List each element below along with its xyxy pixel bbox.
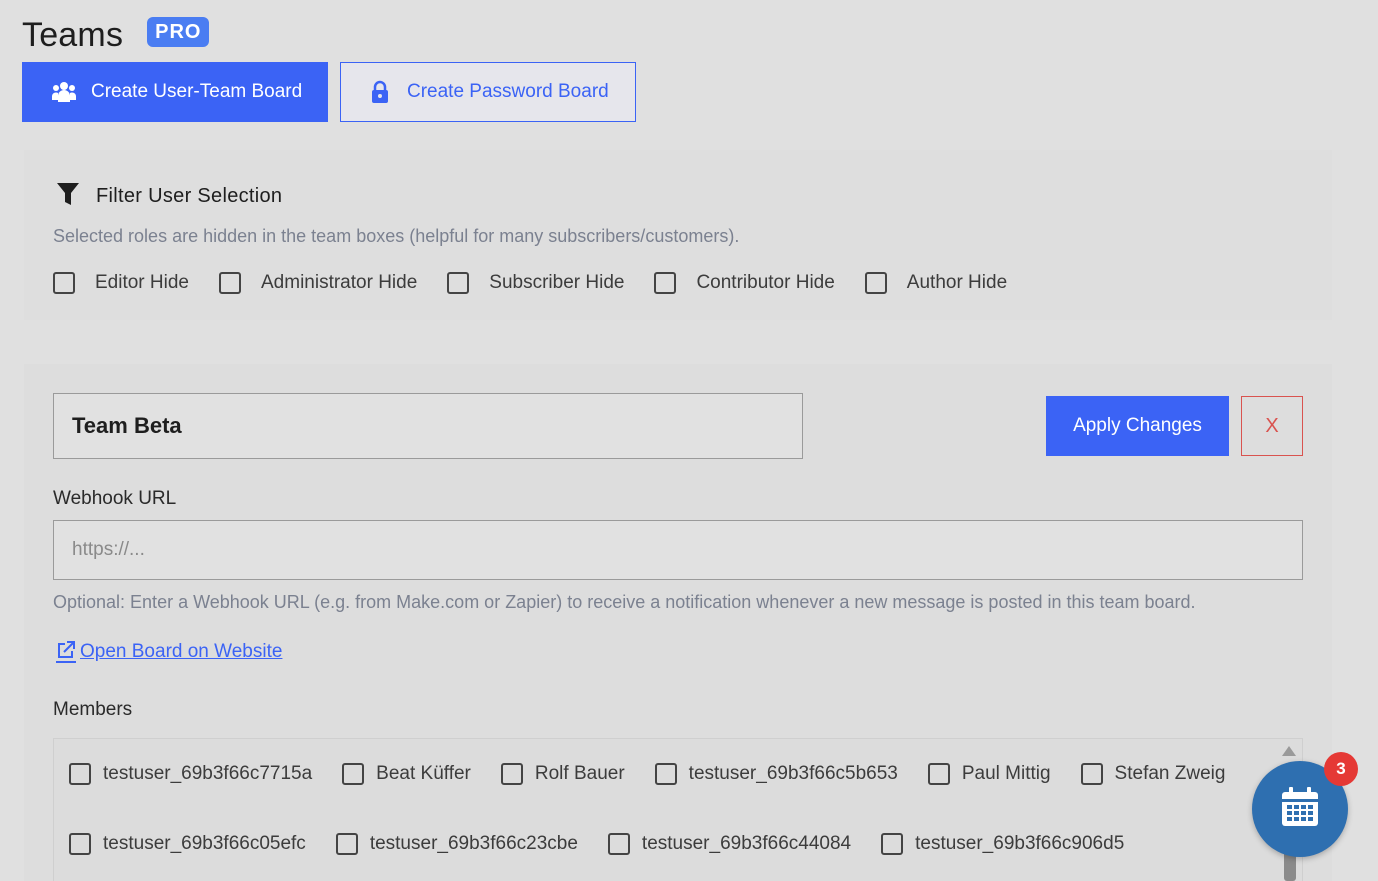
role-filter-list: Editor Hide Administrator Hide Subscribe… (53, 272, 1037, 294)
filter-description: Selected roles are hidden in the team bo… (53, 226, 740, 246)
checkbox[interactable] (1080, 763, 1103, 785)
team-name-input[interactable]: Team Beta (53, 393, 803, 459)
create-password-board-label: Create Password Board (407, 81, 609, 102)
checkbox[interactable] (53, 272, 75, 294)
member-name: Beat Küffer (376, 763, 471, 784)
role-filter-administrator[interactable]: Administrator Hide (219, 272, 417, 294)
checkbox[interactable] (654, 763, 677, 785)
delete-team-button[interactable]: X (1241, 396, 1303, 456)
member-item[interactable]: testuser_69b3f66c05efc (69, 833, 306, 855)
role-label: Administrator Hide (261, 272, 418, 293)
checkbox[interactable] (654, 272, 677, 294)
scroll-up-arrow-icon[interactable] (1282, 746, 1296, 756)
webhook-help-text: Optional: Enter a Webhook URL (e.g. from… (53, 592, 1196, 612)
apply-changes-button[interactable]: Apply Changes (1046, 396, 1229, 456)
role-label: Contributor Hide (696, 272, 835, 293)
checkbox[interactable] (219, 272, 241, 294)
checkbox[interactable] (927, 763, 950, 785)
member-item[interactable]: Beat Küffer (342, 763, 471, 785)
member-item[interactable]: testuser_69b3f66c906d5 (881, 833, 1124, 855)
member-item[interactable]: testuser_69b3f66c7715a (69, 763, 312, 785)
role-filter-subscriber[interactable]: Subscriber Hide (447, 272, 624, 294)
members-row: testuser_69b3f66c7715a Beat Küffer Rolf … (69, 763, 1255, 785)
role-label: Author Hide (906, 272, 1008, 293)
member-name: Stefan Zweig (1114, 763, 1226, 784)
member-name: testuser_69b3f66c23cbe (369, 833, 578, 854)
create-user-team-board-button[interactable]: Create User-Team Board (22, 62, 328, 122)
role-filter-contributor[interactable]: Contributor Hide (654, 272, 835, 294)
checkbox[interactable] (607, 833, 630, 855)
funnel-icon (56, 180, 80, 213)
member-item[interactable]: testuser_69b3f66c5b653 (654, 763, 898, 785)
team-panel: Team Beta Apply Changes X Webhook URL ht… (24, 364, 1332, 881)
member-name: testuser_69b3f66c44084 (641, 833, 852, 854)
filter-header: Filter User Selection (56, 180, 282, 213)
checkbox[interactable] (69, 763, 91, 785)
role-label: Subscriber Hide (489, 272, 625, 293)
title-row: Teams PRO (22, 14, 210, 56)
role-filter-editor[interactable]: Editor Hide (53, 272, 189, 294)
checkbox[interactable] (881, 833, 904, 855)
member-name: testuser_69b3f66c7715a (103, 763, 313, 784)
checkbox[interactable] (342, 763, 365, 785)
open-board-label: Open Board on Website (80, 641, 283, 662)
members-label: Members (53, 699, 133, 720)
notification-badge: 3 (1324, 752, 1358, 786)
checkbox[interactable] (500, 763, 523, 785)
role-label: Editor Hide (95, 272, 189, 293)
external-link-icon (56, 641, 76, 663)
members-list: testuser_69b3f66c7715a Beat Küffer Rolf … (53, 738, 1303, 881)
webhook-url-label: Webhook URL (53, 488, 177, 509)
member-name: Rolf Bauer (534, 763, 625, 784)
member-item[interactable]: Stefan Zweig (1080, 763, 1226, 785)
member-item[interactable]: testuser_69b3f66c44084 (607, 833, 852, 855)
teams-page: Teams PRO Create User-Team Board Create … (0, 0, 1378, 881)
create-user-team-board-label: Create User-Team Board (91, 81, 303, 102)
member-name: testuser_69b3f66c906d5 (915, 833, 1125, 854)
lock-icon (371, 80, 389, 104)
member-name: Paul Mittig (961, 763, 1051, 784)
member-item[interactable]: testuser_69b3f66c23cbe (335, 833, 578, 855)
checkbox[interactable] (335, 833, 358, 855)
role-filter-author[interactable]: Author Hide (864, 272, 1008, 294)
calendar-icon (1280, 786, 1320, 833)
member-name: testuser_69b3f66c05efc (103, 833, 306, 854)
page-title: Teams (22, 16, 124, 54)
checkbox[interactable] (69, 833, 91, 855)
pro-badge: PRO (147, 17, 210, 47)
member-item[interactable]: Rolf Bauer (500, 763, 625, 785)
checkbox[interactable] (864, 272, 887, 294)
users-icon (51, 80, 77, 104)
members-row: testuser_69b3f66c05efc testuser_69b3f66c… (69, 833, 1154, 855)
filter-panel: Filter User Selection Selected roles are… (24, 150, 1332, 320)
open-board-link[interactable]: Open Board on Website (56, 641, 282, 663)
webhook-url-input[interactable]: https://... (53, 520, 1303, 580)
create-password-board-button[interactable]: Create Password Board (340, 62, 636, 122)
filter-title: Filter User Selection (96, 185, 283, 207)
member-item[interactable]: Paul Mittig (927, 763, 1051, 785)
checkbox[interactable] (447, 272, 470, 294)
member-name: testuser_69b3f66c5b653 (688, 763, 898, 784)
